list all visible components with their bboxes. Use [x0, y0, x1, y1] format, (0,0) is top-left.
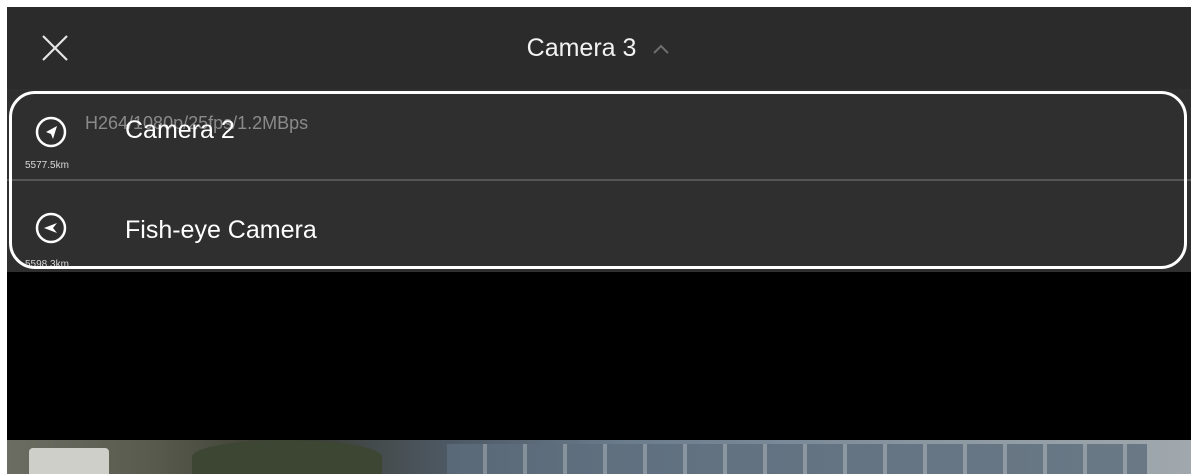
camera-distance: 5598.3km	[25, 259, 69, 270]
chevron-up-icon	[653, 44, 670, 55]
building-image	[447, 444, 1147, 474]
camera-list-item[interactable]: 5598.3km Fish-eye Camera	[7, 181, 1191, 271]
page-title: Camera 3	[526, 34, 637, 62]
camera-distance: 5577.5km	[25, 160, 69, 171]
camera-name: Camera 2	[125, 116, 235, 144]
top-bar: Camera 3	[7, 7, 1191, 89]
video-area	[7, 272, 1191, 440]
camera-viewer: Camera 3 H264/1080p/25fps/1.2MBps 5577.5…	[7, 7, 1191, 474]
camera-dropdown: H264/1080p/25fps/1.2MBps 5577.5km Camera…	[7, 89, 1191, 272]
location-arrow-icon	[35, 116, 67, 148]
camera-name: Fish-eye Camera	[125, 216, 317, 244]
location-arrow-icon	[35, 212, 67, 244]
video-feed	[7, 440, 1191, 474]
tree-image	[192, 440, 382, 474]
van-image	[29, 448, 109, 474]
camera-selector[interactable]: Camera 3	[7, 31, 1191, 65]
camera-list-item[interactable]: 5577.5km Camera 2	[7, 89, 1191, 179]
